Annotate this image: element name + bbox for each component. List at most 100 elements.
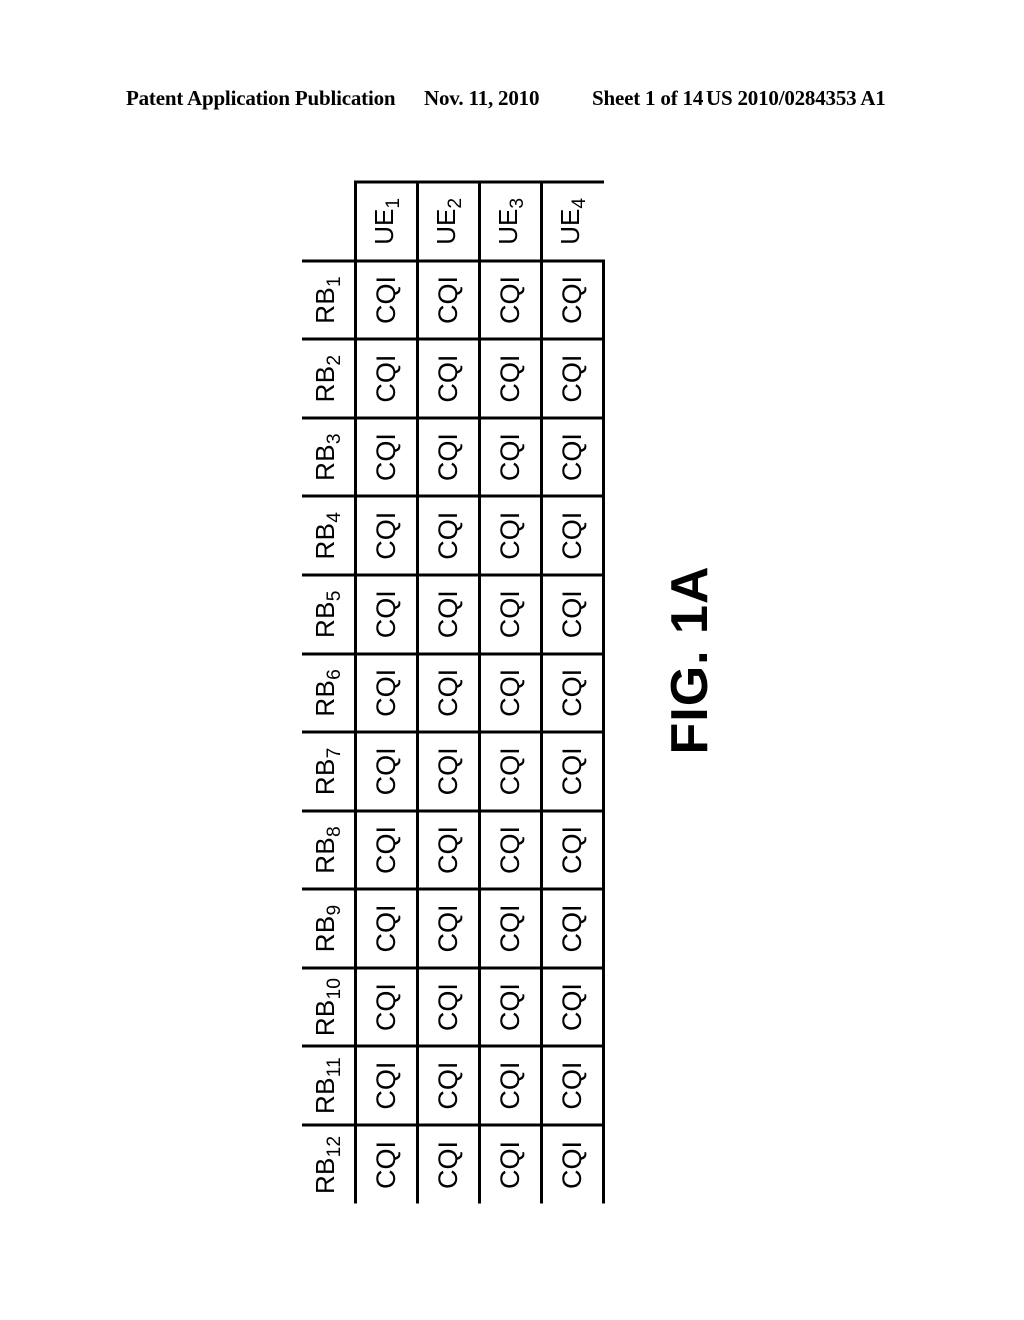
- label-subscript: 4: [569, 197, 591, 209]
- label-subscript: 3: [323, 433, 345, 445]
- cqi-cell-rb10-ue4: CQI: [541, 967, 604, 1047]
- label-prefix: RB: [310, 1077, 341, 1114]
- cqi-cell-rb7-ue4: CQI: [541, 732, 604, 811]
- cqi-cell-rb10-ue3: CQI: [479, 967, 542, 1047]
- label-prefix: UE: [368, 208, 399, 245]
- label-subscript: 10: [323, 978, 345, 1000]
- cqi-cell-rb2-ue2: CQI: [417, 339, 480, 418]
- cqi-table: RB12 RB11 RB10 RB9 RB8 RB7 RB6 RB5 RB4 RB3 RB2 RB1 C…: [302, 181, 605, 1204]
- ue-header-4: UE4: [541, 182, 604, 261]
- cqi-cell-rb11-ue1: CQI: [355, 1046, 418, 1125]
- cqi-cell-rb2-ue4: CQI: [541, 339, 604, 418]
- cqi-cell-rb12-ue4: CQI: [541, 1124, 604, 1204]
- rb-header-2: RB2: [302, 339, 356, 418]
- cqi-cell-rb5-ue2: CQI: [417, 575, 480, 654]
- label-prefix: RB: [310, 758, 341, 796]
- rb-header-6: RB6: [302, 653, 356, 733]
- cqi-cell-rb2-ue3: CQI: [479, 339, 542, 418]
- rb-header-11: RB11: [302, 1046, 356, 1125]
- label-prefix: RB: [310, 365, 341, 403]
- label-subscript: 4: [323, 512, 345, 523]
- cqi-cell-rb8-ue2: CQI: [417, 810, 480, 890]
- cqi-cell-rb1-ue1: CQI: [355, 260, 418, 340]
- cqi-cell-rb12-ue1: CQI: [355, 1124, 418, 1204]
- label-subscript: 8: [323, 826, 345, 837]
- cqi-cell-rb8-ue4: CQI: [541, 810, 604, 890]
- label-prefix: RB: [310, 999, 341, 1037]
- cqi-cell-rb3-ue2: CQI: [417, 417, 480, 497]
- cqi-cell-rb5-ue4: CQI: [541, 575, 604, 654]
- cqi-cell-rb6-ue4: CQI: [541, 653, 604, 733]
- rb-header-5: RB5: [302, 575, 356, 654]
- table-row: CQI CQI CQI CQI CQI CQI CQI CQI CQI CQI CQI CQI UE2: [417, 182, 480, 1204]
- cqi-cell-rb11-ue2: CQI: [417, 1046, 480, 1125]
- rb-header-4: RB4: [302, 496, 356, 575]
- cqi-cell-rb10-ue2: CQI: [417, 967, 480, 1047]
- label-subscript: 3: [506, 197, 528, 209]
- table-row: CQI CQI CQI CQI CQI CQI CQI CQI CQI CQI CQI CQI UE1: [355, 182, 418, 1204]
- cqi-cell-rb8-ue1: CQI: [355, 810, 418, 890]
- label-prefix: RB: [310, 1157, 341, 1195]
- cqi-cell-rb4-ue3: CQI: [479, 496, 542, 575]
- cqi-cell-rb11-ue4: CQI: [541, 1046, 604, 1125]
- cqi-cell-rb5-ue3: CQI: [479, 575, 542, 654]
- rb-header-row: RB12 RB11 RB10 RB9 RB8 RB7 RB6 RB5 RB4 RB3 RB2 RB1: [302, 182, 356, 1204]
- label-prefix: UE: [555, 208, 586, 245]
- cqi-cell-rb9-ue2: CQI: [417, 889, 480, 968]
- label-subscript: 1: [323, 276, 345, 288]
- label-prefix: RB: [310, 601, 341, 638]
- label-subscript: 9: [323, 904, 345, 916]
- cqi-cell-rb10-ue1: CQI: [355, 967, 418, 1047]
- label-prefix: RB: [310, 915, 341, 953]
- cqi-cell-rb12-ue3: CQI: [479, 1124, 542, 1204]
- label-subscript: 1: [382, 197, 404, 209]
- cqi-cell-rb3-ue3: CQI: [479, 417, 542, 497]
- rb-header-10: RB10: [302, 967, 356, 1047]
- rb-header-1: RB1: [302, 260, 356, 340]
- cqi-cell-rb2-ue1: CQI: [355, 339, 418, 418]
- cqi-cell-rb3-ue1: CQI: [355, 417, 418, 497]
- ue-header-2: UE2: [417, 182, 480, 261]
- label-subscript: 2: [323, 354, 345, 366]
- cqi-cell-rb3-ue4: CQI: [541, 417, 604, 497]
- cqi-cell-rb6-ue2: CQI: [417, 653, 480, 733]
- cqi-cell-rb7-ue1: CQI: [355, 732, 418, 811]
- cqi-cell-rb4-ue4: CQI: [541, 496, 604, 575]
- ue-header-1: UE1: [355, 182, 418, 261]
- cqi-cell-rb12-ue2: CQI: [417, 1124, 480, 1204]
- cqi-cell-rb4-ue1: CQI: [355, 496, 418, 575]
- label-prefix: RB: [310, 679, 341, 717]
- label-subscript: 11: [323, 1057, 345, 1078]
- label-subscript: 5: [323, 590, 345, 602]
- cqi-cell-rb8-ue3: CQI: [479, 810, 542, 890]
- label-prefix: UE: [492, 208, 523, 245]
- cqi-cell-rb9-ue4: CQI: [541, 889, 604, 968]
- label-subscript: 2: [444, 197, 466, 209]
- label-subscript: 6: [323, 669, 345, 680]
- ue-header-3: UE3: [479, 182, 542, 261]
- label-prefix: RB: [310, 522, 341, 560]
- table-row: CQI CQI CQI CQI CQI CQI CQI CQI CQI CQI CQI CQI UE3: [479, 182, 542, 1204]
- cqi-cell-rb1-ue2: CQI: [417, 260, 480, 340]
- cqi-cell-rb4-ue2: CQI: [417, 496, 480, 575]
- cqi-cell-rb1-ue3: CQI: [479, 260, 542, 340]
- figure-area: RB12 RB11 RB10 RB9 RB8 RB7 RB6 RB5 RB4 RB3 RB2 RB1 C…: [0, 0, 1024, 1320]
- cqi-table-rotor: RB12 RB11 RB10 RB9 RB8 RB7 RB6 RB5 RB4 RB3 RB2 RB1 C…: [302, 181, 604, 1204]
- label-subscript: 12: [323, 1135, 345, 1158]
- rb-header-7: RB7: [302, 732, 356, 811]
- rb-header-9: RB9: [302, 889, 356, 968]
- cqi-cell-rb9-ue3: CQI: [479, 889, 542, 968]
- label-prefix: RB: [310, 444, 341, 481]
- table-corner-cell: [302, 182, 356, 261]
- cqi-cell-rb11-ue3: CQI: [479, 1046, 542, 1125]
- cqi-cell-rb9-ue1: CQI: [355, 889, 418, 968]
- cqi-cell-rb7-ue2: CQI: [417, 732, 480, 811]
- rb-header-12: RB12: [302, 1124, 356, 1204]
- figure-caption: FIG. 1A: [661, 565, 719, 755]
- rb-header-8: RB8: [302, 810, 356, 890]
- rb-header-3: RB3: [302, 417, 356, 497]
- label-prefix: UE: [430, 208, 461, 245]
- table-row: CQI CQI CQI CQI CQI CQI CQI CQI CQI CQI CQI CQI UE4: [541, 182, 604, 1204]
- cqi-cell-rb6-ue1: CQI: [355, 653, 418, 733]
- cqi-cell-rb1-ue4: CQI: [541, 260, 604, 340]
